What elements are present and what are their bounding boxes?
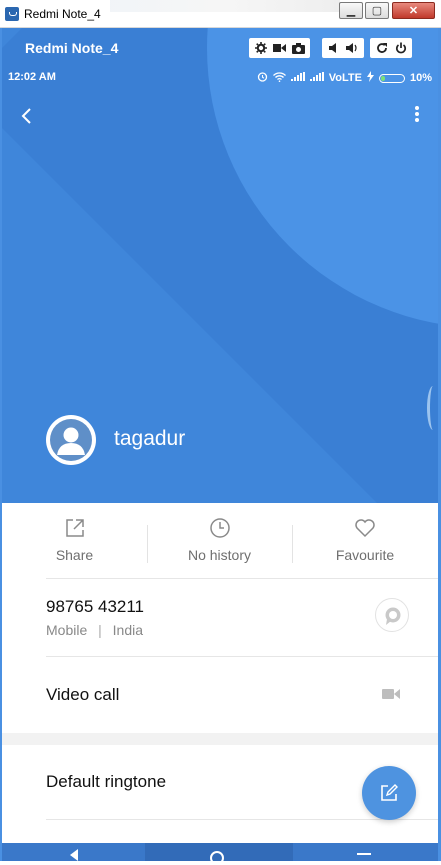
divider [46,578,438,579]
divider [46,819,438,820]
edge-swipe-handle[interactable] [427,386,438,430]
window-title: Redmi Note_4 [24,7,101,21]
volume-down-icon[interactable] [326,41,341,55]
more-dot [415,106,419,110]
avatar [46,415,96,465]
video-call-icon[interactable] [380,686,402,707]
contact-name: tagadur [114,427,186,450]
favourite-button[interactable]: Favourite [292,503,438,578]
device-name: Redmi Note_4 [25,40,119,56]
window-title-bar: Redmi Note_4 ▁ ▢ ✕ [0,0,441,28]
share-label: Share [55,547,94,563]
camera-icon[interactable] [291,41,306,55]
rotate-icon[interactable] [374,41,389,55]
minimize-icon: ▁ [346,5,356,17]
ringtone-label[interactable]: Default ringtone [46,772,166,792]
phone-region: India [112,622,144,638]
battery-percent: 10% [409,72,432,84]
action-row: Share No history Favourite [2,503,438,578]
person-icon [50,419,92,461]
nav-back-icon[interactable] [70,849,78,861]
history-button[interactable]: No history [147,503,292,578]
navigation-bar [2,843,438,865]
emulator-tool-group-volume [322,38,364,58]
share-button[interactable]: Share [2,503,147,578]
close-button[interactable]: ✕ [392,2,435,19]
clock-icon [209,517,231,542]
history-label: No history [187,547,252,563]
phone-details: Mobile | India [46,622,143,638]
back-button[interactable] [16,104,40,128]
phone-type: Mobile [46,622,88,638]
maximize-icon: ▢ [371,5,383,17]
emulator-toolbar: Redmi Note_4 [2,28,438,66]
signal-icon-2 [309,72,324,84]
status-indicators: VoLTE 10% [257,71,432,85]
app-icon [5,7,19,21]
favourite-label: Favourite [335,547,395,563]
wifi-icon [272,71,286,85]
more-options-button[interactable] [414,106,420,126]
more-dot [415,112,419,116]
contact-header: Redmi Note_4 12:02 AM VoLTE 10% tagadur [2,28,438,503]
battery-icon [378,73,405,83]
nav-menu-icon[interactable] [357,853,371,863]
charging-icon [366,71,374,85]
minimize-button[interactable]: ▁ [339,2,363,19]
video-call-label[interactable]: Video call [46,685,119,705]
status-time: 12:02 AM [8,71,56,83]
edit-contact-button[interactable] [362,766,416,820]
more-dot [415,118,419,122]
contact-details: Share No history Favourite 98765 43211 M… [2,503,438,843]
close-icon: ✕ [408,5,419,17]
divider [46,656,438,657]
message-button[interactable] [375,598,409,632]
heart-icon [354,517,376,542]
nav-home-icon[interactable] [210,851,224,865]
emulator-tool-group-power [370,38,412,58]
message-icon [385,607,401,625]
back-arrow-icon [21,108,31,124]
network-type-label: VoLTE [328,72,362,84]
emulator-tool-group-media [249,38,310,58]
settings-icon[interactable] [253,41,268,55]
video-record-icon[interactable] [272,41,287,55]
edit-icon [381,784,398,801]
signal-icon-1 [290,72,305,84]
section-gap [2,733,438,745]
phone-details-separator: | [98,622,102,638]
maximize-button[interactable]: ▢ [365,2,389,19]
power-icon[interactable] [393,41,408,55]
phone-number[interactable]: 98765 43211 [46,597,144,617]
status-bar: 12:02 AM VoLTE 10% [2,66,438,90]
title-bar-background [110,0,340,12]
volume-up-icon[interactable] [345,41,360,55]
share-icon [64,517,86,542]
alarm-icon [257,71,268,85]
